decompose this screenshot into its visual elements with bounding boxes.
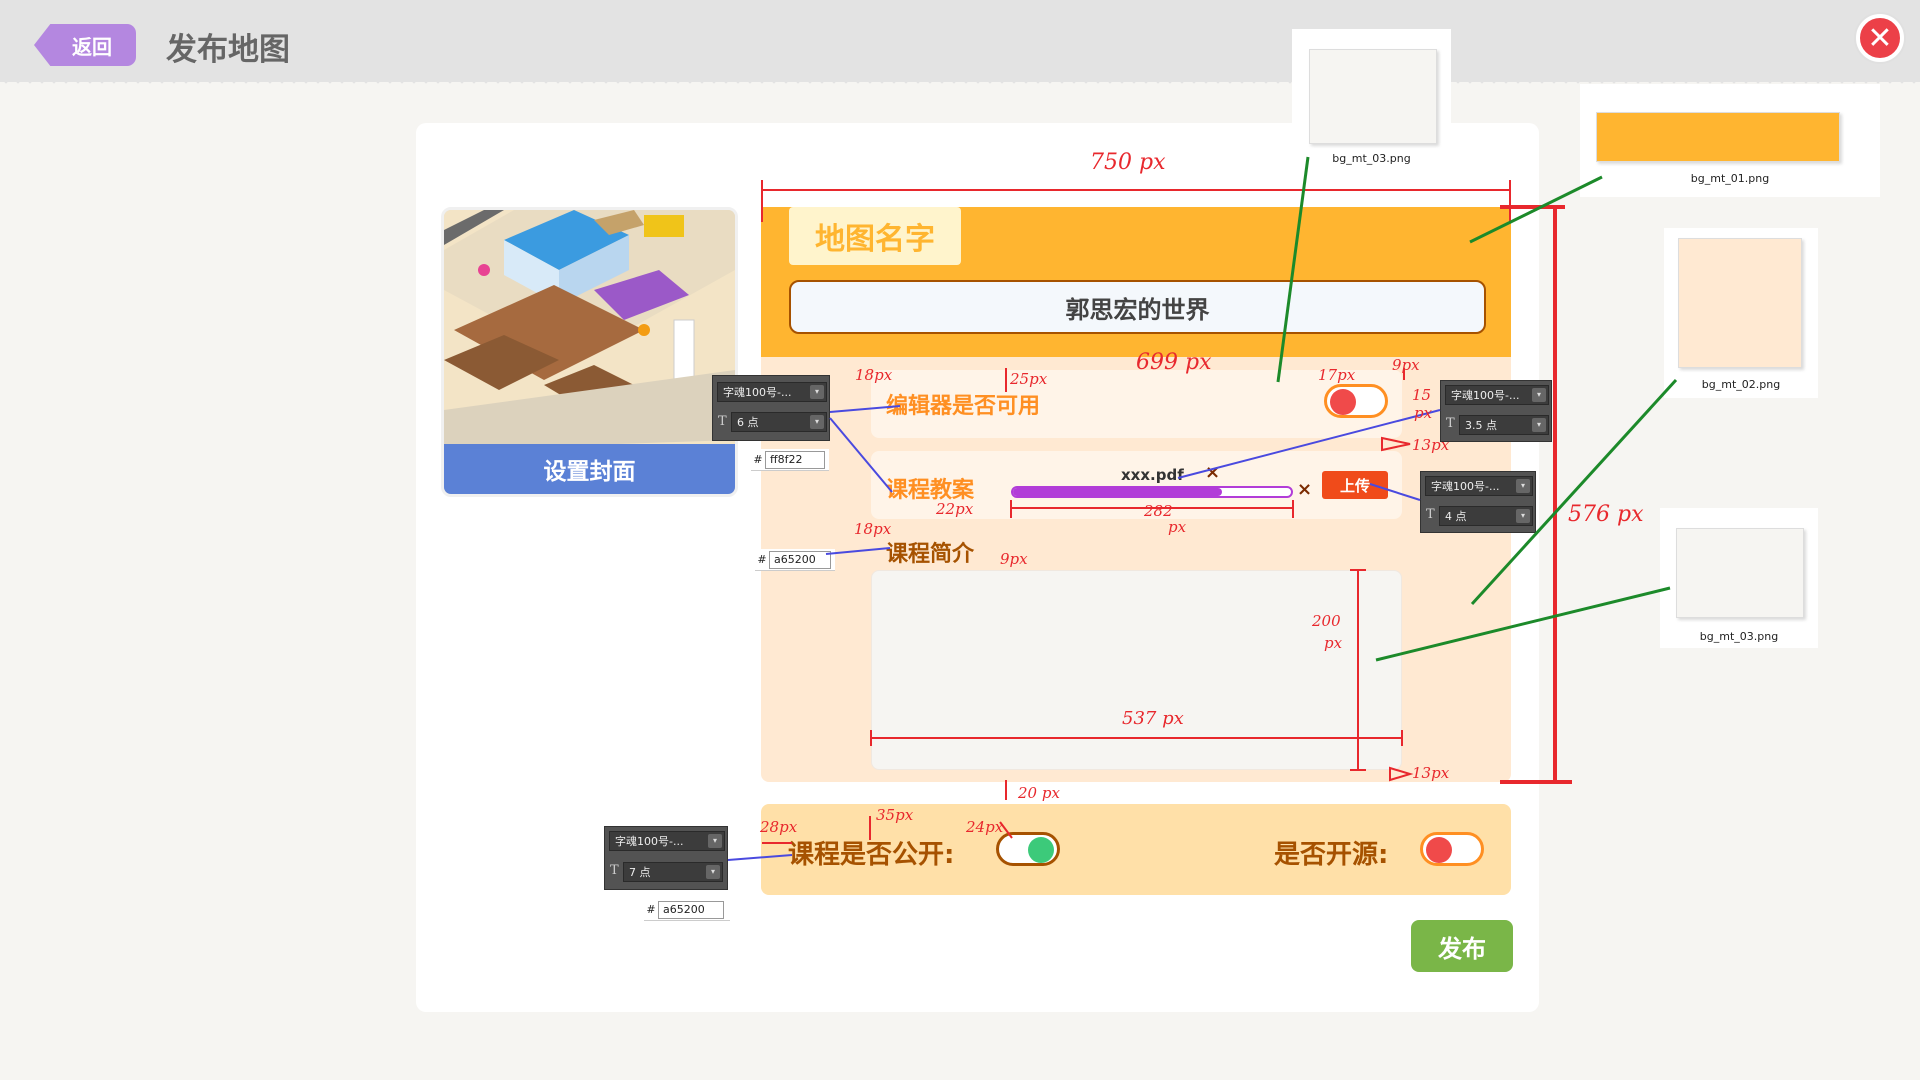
- annotation-18px: 18px: [855, 366, 893, 384]
- annotation-24px: 24px: [966, 818, 1004, 836]
- annotation-28px: 28px: [760, 818, 798, 836]
- annotation-18px-intro: 18px: [854, 520, 892, 538]
- annotation-9px-intro: 9px: [1000, 550, 1028, 568]
- annotation-200-px: px: [1324, 634, 1343, 652]
- annotation-height-576: 576 px: [1568, 502, 1644, 527]
- annotation-35px: 35px: [876, 806, 914, 824]
- annotation-200: 200: [1312, 612, 1341, 630]
- annotation-22px: 22px: [936, 500, 974, 518]
- annotation-width-699: 699 px: [1136, 350, 1212, 375]
- annotation-width-750: 750 px: [1090, 150, 1166, 175]
- annotation-17px: 17px: [1318, 366, 1356, 384]
- annotation-20px: 20 px: [1018, 784, 1060, 802]
- annotation-13px: 13px: [1412, 436, 1450, 454]
- annotation-537: 537 px: [1122, 708, 1184, 729]
- annotation-9px: 9px: [1392, 356, 1420, 374]
- annotation-15: 15: [1412, 386, 1432, 404]
- annotation-13px-bottom: 13px: [1412, 764, 1450, 782]
- annotation-25px: 25px: [1010, 370, 1048, 388]
- annotation-282-px: px: [1168, 518, 1187, 536]
- annotation-lines: [727, 156, 1678, 861]
- annotation-15-px: px: [1414, 404, 1433, 422]
